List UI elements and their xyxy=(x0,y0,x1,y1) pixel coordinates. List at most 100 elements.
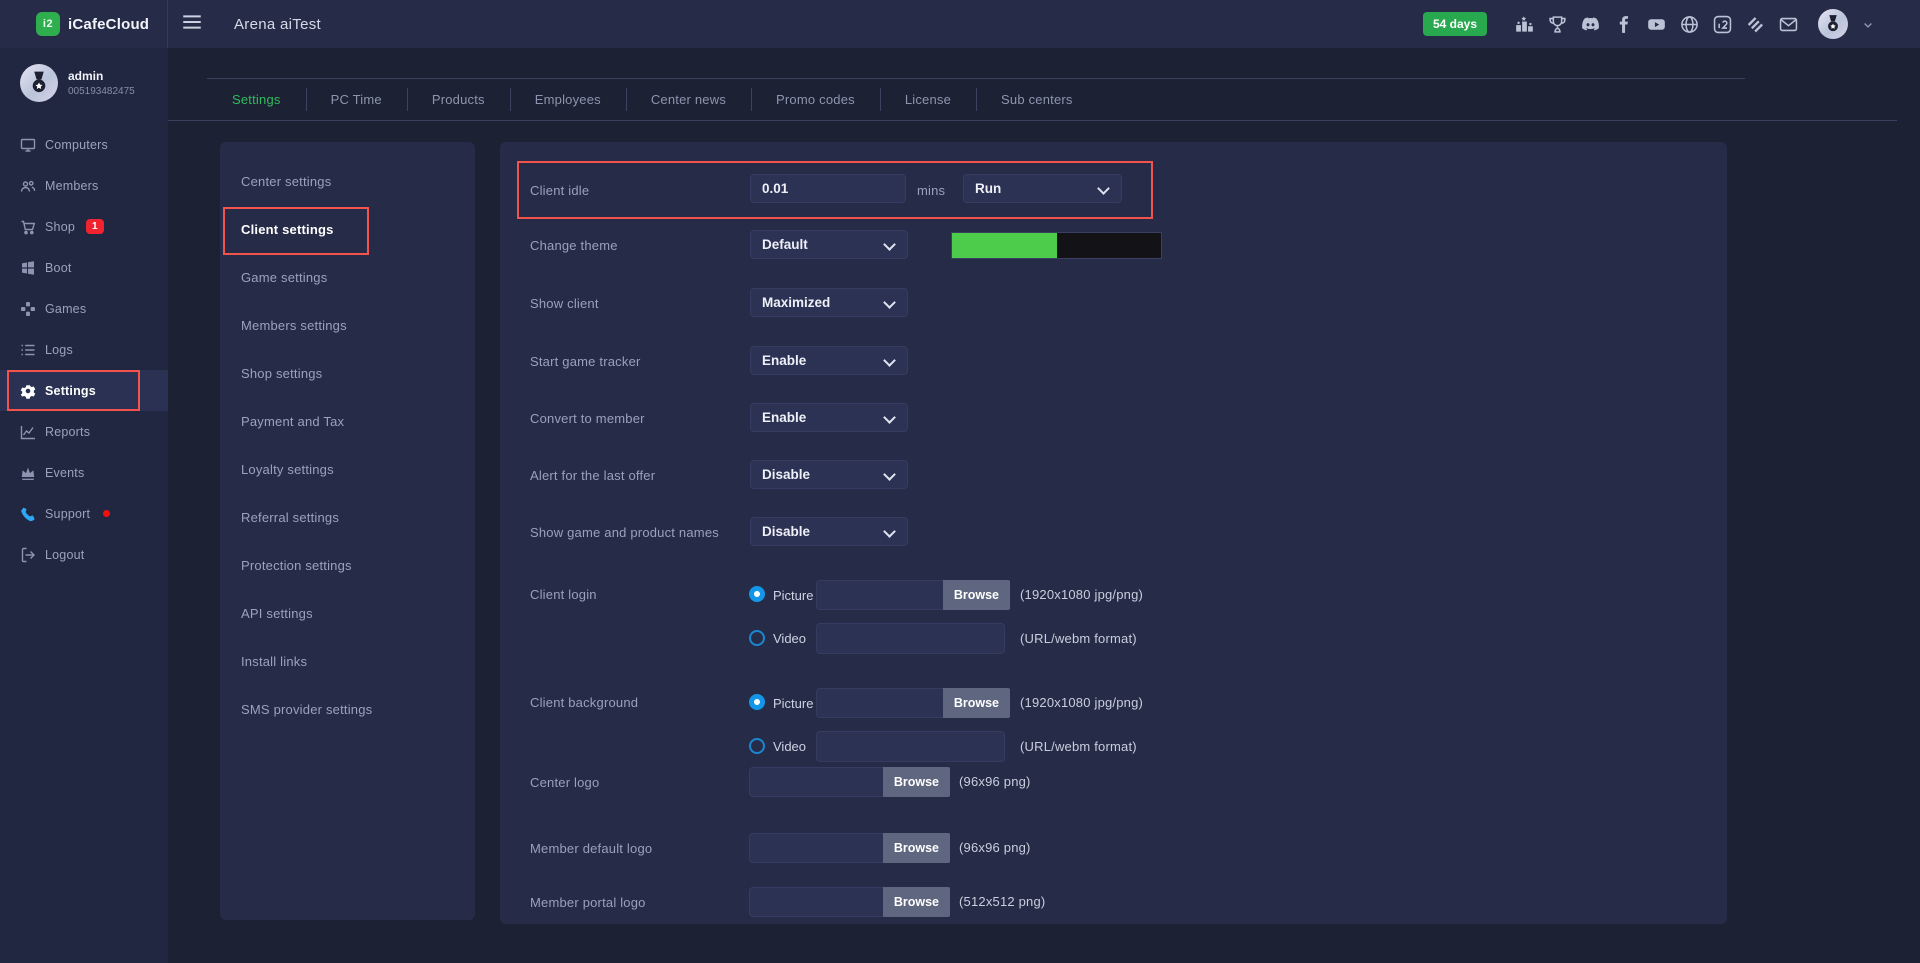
client-idle-action-select[interactable]: Run xyxy=(963,174,1122,203)
client-idle-input[interactable] xyxy=(750,174,906,203)
start-game-tracker-select[interactable]: Enable xyxy=(750,346,908,375)
client-login-picture-radio[interactable] xyxy=(749,586,765,602)
submenu-item-protection-settings[interactable]: Protection settings xyxy=(220,541,475,589)
tab-pc-time[interactable]: PC Time xyxy=(306,79,407,120)
convert-to-member-select[interactable]: Enable xyxy=(750,403,908,432)
submenu-item-payment-and-tax[interactable]: Payment and Tax xyxy=(220,397,475,445)
tab-license[interactable]: License xyxy=(880,79,976,120)
submenu-item-game-settings[interactable]: Game settings xyxy=(220,253,475,301)
show-client-select[interactable]: Maximized xyxy=(750,288,908,317)
sidebar-item-label: Events xyxy=(45,466,84,480)
center-logo-input[interactable] xyxy=(749,767,883,797)
chart-icon xyxy=(20,424,36,440)
sidebar-item-shop[interactable]: Shop1 xyxy=(0,206,168,247)
member-portal-logo-input[interactable] xyxy=(749,887,883,917)
main-content: SettingsPC TimeProductsEmployeesCenter n… xyxy=(168,48,1920,963)
youtube-icon[interactable] xyxy=(1647,15,1666,34)
user-menu-chevron-icon[interactable] xyxy=(1862,18,1874,30)
discord-icon[interactable] xyxy=(1581,15,1600,34)
member-default-logo-hint: (96x96 png) xyxy=(959,840,1031,855)
mail-icon[interactable] xyxy=(1779,15,1798,34)
layers-icon[interactable] xyxy=(1746,15,1765,34)
client-login-picture-browse-button[interactable]: Browse xyxy=(943,580,1010,610)
client-login-picture-input[interactable] xyxy=(816,580,943,610)
sidebar-item-logout[interactable]: Logout xyxy=(0,534,168,575)
sidebar-item-label: Logout xyxy=(45,548,84,562)
submenu-item-referral-settings[interactable]: Referral settings xyxy=(220,493,475,541)
member-default-logo-browse-button[interactable]: Browse xyxy=(883,833,950,863)
client-login-picture-file: Browse xyxy=(816,580,1010,610)
submenu-item-members-settings[interactable]: Members settings xyxy=(220,301,475,349)
submenu-item-loyalty-settings[interactable]: Loyalty settings xyxy=(220,445,475,493)
client-login-video-input[interactable] xyxy=(816,623,1005,654)
sidebar-item-reports[interactable]: Reports xyxy=(0,411,168,452)
sidebar-item-label: Computers xyxy=(45,138,108,152)
client-settings-form: Client idle mins Run Change theme Defaul… xyxy=(500,142,1727,924)
submenu-item-install-links[interactable]: Install links xyxy=(220,637,475,685)
windows-icon xyxy=(20,260,36,276)
app-logo[interactable]: i2 iCafeCloud xyxy=(0,0,168,48)
trophy-icon[interactable] xyxy=(1548,15,1567,34)
submenu-item-center-settings[interactable]: Center settings xyxy=(220,157,475,205)
client-idle-unit: mins xyxy=(917,183,945,198)
submenu-item-api-settings[interactable]: API settings xyxy=(220,589,475,637)
sidebar-item-computers[interactable]: Computers xyxy=(0,124,168,165)
user-avatar[interactable] xyxy=(1818,9,1848,39)
tab-settings[interactable]: Settings xyxy=(207,79,306,120)
client-login-video-radio-label: Video xyxy=(773,631,806,646)
sidebar-item-logs[interactable]: Logs xyxy=(0,329,168,370)
sidebar-item-support[interactable]: Support xyxy=(0,493,168,534)
member-default-logo-file: Browse xyxy=(749,833,950,863)
tab-employees[interactable]: Employees xyxy=(510,79,626,120)
tab-promo-codes[interactable]: Promo codes xyxy=(751,79,880,120)
client-background-video-input[interactable] xyxy=(816,731,1005,762)
center-logo-hint: (96x96 png) xyxy=(959,774,1031,789)
client-background-picture-radio[interactable] xyxy=(749,694,765,710)
client-login-picture-radio-label: Picture xyxy=(773,588,813,603)
client-background-video-radio[interactable] xyxy=(749,738,765,754)
sidebar-item-label: Reports xyxy=(45,425,90,439)
topbar-actions: 54 days xyxy=(1423,9,1920,39)
member-default-logo-label: Member default logo xyxy=(530,841,652,856)
crown-icon xyxy=(20,465,36,481)
client-login-video-hint: (URL/webm format) xyxy=(1020,631,1137,646)
client-login-label: Client login xyxy=(530,587,597,602)
client-background-picture-browse-button[interactable]: Browse xyxy=(943,688,1010,718)
globe-icon[interactable] xyxy=(1680,15,1699,34)
shop-count-badge: 1 xyxy=(86,219,104,234)
tab-sub-centers[interactable]: Sub centers xyxy=(976,79,1098,120)
facebook-icon[interactable] xyxy=(1614,15,1633,34)
tab-center-news[interactable]: Center news xyxy=(626,79,751,120)
tab-products[interactable]: Products xyxy=(407,79,510,120)
submenu-item-sms-provider-settings[interactable]: SMS provider settings xyxy=(220,685,475,733)
change-theme-select[interactable]: Default xyxy=(750,230,908,259)
sidebar-nav: Computers MembersShop1 Boot GamesLogsSettin… xyxy=(0,124,168,575)
theme-preview-black xyxy=(1057,233,1162,258)
client-login-video-radio[interactable] xyxy=(749,630,765,646)
sidebar-item-boot[interactable]: Boot xyxy=(0,247,168,288)
show-game-product-names-select[interactable]: Disable xyxy=(750,517,908,546)
support-notification-dot xyxy=(103,510,110,517)
alert-last-offer-select[interactable]: Disable xyxy=(750,460,908,489)
theme-preview xyxy=(951,232,1162,259)
ranking-icon[interactable] xyxy=(1515,15,1534,34)
submenu-item-shop-settings[interactable]: Shop settings xyxy=(220,349,475,397)
license-days-badge[interactable]: 54 days xyxy=(1423,12,1487,36)
start-game-tracker-label: Start game tracker xyxy=(530,354,641,369)
cart-icon xyxy=(20,219,36,235)
submenu-item-client-settings[interactable]: Client settings xyxy=(220,205,475,253)
hamburger-menu-icon[interactable] xyxy=(182,12,202,37)
sidebar-item-label: Boot xyxy=(45,261,72,275)
logout-icon xyxy=(20,547,36,563)
member-default-logo-input[interactable] xyxy=(749,833,883,863)
sidebar-user[interactable]: admin 005193482475 xyxy=(0,64,168,102)
center-logo-browse-button[interactable]: Browse xyxy=(883,767,950,797)
member-portal-logo-file: Browse xyxy=(749,887,950,917)
sidebar-item-settings[interactable]: Settings xyxy=(0,370,168,411)
client-background-picture-input[interactable] xyxy=(816,688,943,718)
sidebar-item-games[interactable]: Games xyxy=(0,288,168,329)
sidebar-item-events[interactable]: Events xyxy=(0,452,168,493)
member-portal-logo-browse-button[interactable]: Browse xyxy=(883,887,950,917)
icafecloud-icon[interactable] xyxy=(1713,15,1732,34)
sidebar-item-members[interactable]: Members xyxy=(0,165,168,206)
